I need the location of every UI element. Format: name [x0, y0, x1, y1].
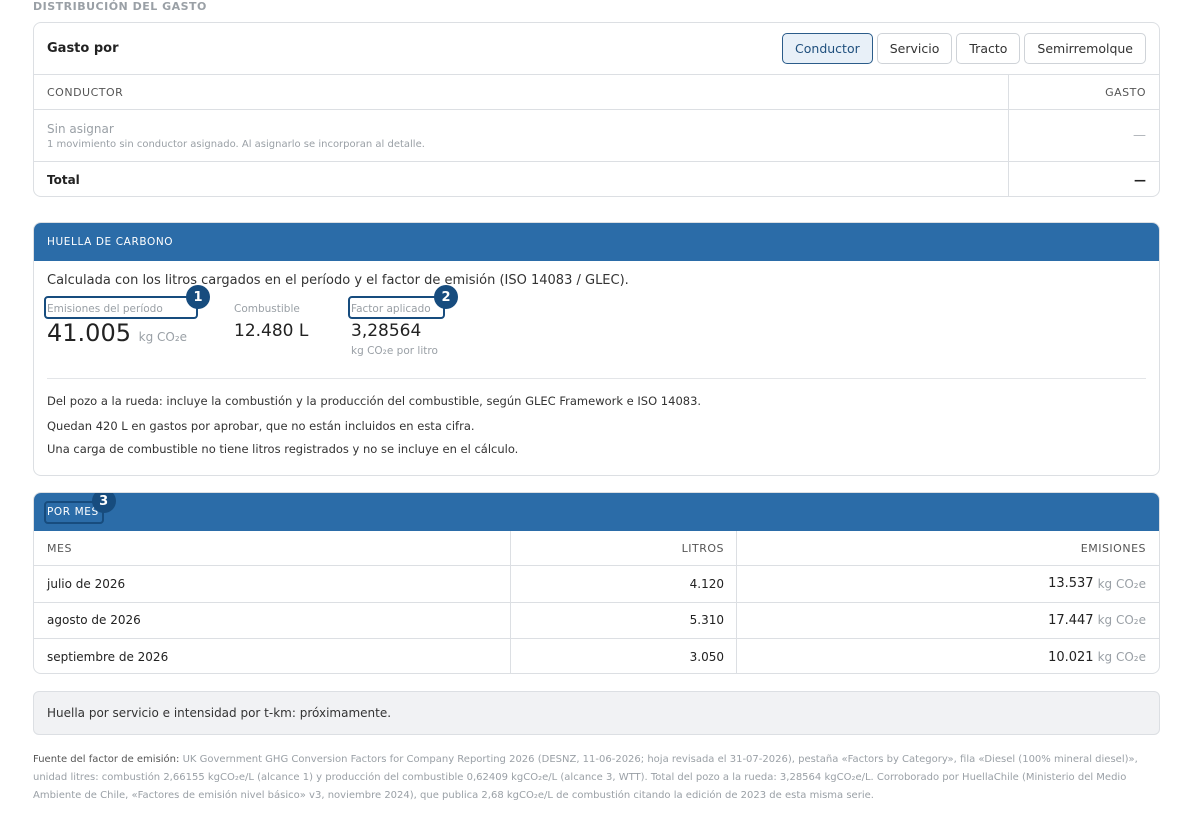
column-header-cost: GASTO	[1105, 85, 1146, 99]
fuel-value: 12.480 L	[234, 321, 309, 341]
unassigned-note: 1 movimiento sin conductor asignado. Al …	[47, 138, 425, 150]
month-cell: septiembre de 2026	[47, 650, 169, 665]
unassigned-value: —	[1133, 128, 1146, 143]
highlight-box-1	[44, 296, 198, 319]
emissions-unit: kg CO₂e	[138, 330, 188, 344]
monthly-table-header: MES LITROS EMISIONES	[34, 531, 1159, 566]
coming-soon-banner: Huella por servicio e intensidad por t-k…	[33, 691, 1160, 735]
column-header-month: MES	[47, 541, 72, 555]
metric-fuel: Combustible 12.480 L	[234, 303, 351, 369]
factor-value: 3,28564	[351, 321, 422, 341]
emissions-value: 41.005	[47, 319, 131, 347]
table-row-unassigned: Sin asignar 1 movimiento sin conductor a…	[34, 110, 1159, 162]
liters-cell: 4.120	[689, 576, 724, 591]
emissions-cell: 10.021	[1048, 649, 1094, 665]
liters-cell: 3.050	[689, 650, 724, 665]
callout-badge-3: 3	[92, 493, 116, 513]
carbon-note-pending: Quedan 420 L en gastos por aprobar, que …	[47, 419, 475, 433]
source-label: Fuente del factor de emisión:	[33, 754, 180, 765]
factor-unit: kg CO₂e por litro	[351, 345, 438, 357]
distribution-card: Gasto por Conductor Servicio Tracto Semi…	[33, 22, 1160, 197]
emissions-cell: 13.537	[1048, 576, 1094, 592]
emission-factor-source: Fuente del factor de emisión: UK Governm…	[33, 751, 1163, 805]
fuel-label: Combustible	[234, 303, 300, 315]
carbon-divider	[47, 378, 1146, 379]
distribution-header: Gasto por Conductor Servicio Tracto Semi…	[34, 23, 1159, 75]
distribution-title: Gasto por	[47, 41, 119, 56]
carbon-metrics: Emisiones del período 41.005 kg CO₂e 1 C…	[44, 285, 1146, 369]
group-by-tabs: Conductor Servicio Tracto Semirremolque	[782, 33, 1146, 64]
distribution-section-label: DISTRIBUCIÓN DEL GASTO	[33, 0, 207, 13]
month-cell: julio de 2026	[47, 576, 126, 591]
monthly-card: POR MES 3 MES LITROS EMISIONES julio de …	[33, 492, 1160, 674]
emissions-unit-cell: kg CO₂e	[1097, 576, 1146, 591]
unassigned-label: Sin asignar	[47, 121, 114, 136]
emissions-unit-cell: kg CO₂e	[1097, 613, 1146, 628]
total-value: —	[1134, 172, 1146, 187]
month-cell: agosto de 2026	[47, 613, 141, 628]
monthly-header: POR MES 3	[34, 493, 1159, 531]
carbon-footprint-header: HUELLA DE CARBONO	[34, 223, 1159, 261]
column-header-driver: CONDUCTOR	[47, 85, 124, 99]
liters-cell: 5.310	[689, 613, 724, 628]
highlight-box-2	[348, 296, 445, 319]
tab-servicio[interactable]: Servicio	[876, 33, 953, 64]
table-row: septiembre de 2026 3.050 10.021 kg CO₂e	[34, 639, 1159, 673]
carbon-note-missing-liters: Una carga de combustible no tiene litros…	[47, 442, 519, 456]
metric-emissions: Emisiones del período 41.005 kg CO₂e 1	[44, 285, 234, 369]
metric-factor: Factor aplicado 3,28564 kg CO₂e por litr…	[348, 285, 551, 369]
callout-badge-2: 2	[434, 285, 458, 309]
emissions-value-line: 41.005 kg CO₂e	[47, 319, 234, 347]
callout-badge-1: 1	[186, 285, 210, 309]
tab-semirremolque[interactable]: Semirremolque	[1024, 33, 1146, 64]
table-row: julio de 2026 4.120 13.537 kg CO₂e	[34, 566, 1159, 603]
column-header-emissions: EMISIONES	[1080, 541, 1146, 555]
tab-conductor[interactable]: Conductor	[782, 33, 873, 64]
carbon-footprint-card: HUELLA DE CARBONO Calculada con los litr…	[33, 222, 1160, 476]
carbon-note-well-to-wheel: Del pozo a la rueda: incluye la combusti…	[47, 394, 702, 408]
table-row: agosto de 2026 5.310 17.447 kg CO₂e	[34, 602, 1159, 639]
source-text: UK Government GHG Conversion Factors for…	[33, 754, 1138, 801]
column-header-liters: LITROS	[681, 541, 724, 555]
tab-tracto[interactable]: Tracto	[956, 33, 1021, 64]
distribution-table-header: CONDUCTOR GASTO	[34, 75, 1159, 110]
table-row-total: Total —	[34, 162, 1159, 196]
emissions-unit-cell: kg CO₂e	[1097, 650, 1146, 665]
emissions-cell: 17.447	[1048, 612, 1094, 628]
carbon-intro: Calculada con los litros cargados en el …	[47, 273, 629, 288]
total-label: Total	[47, 172, 80, 187]
